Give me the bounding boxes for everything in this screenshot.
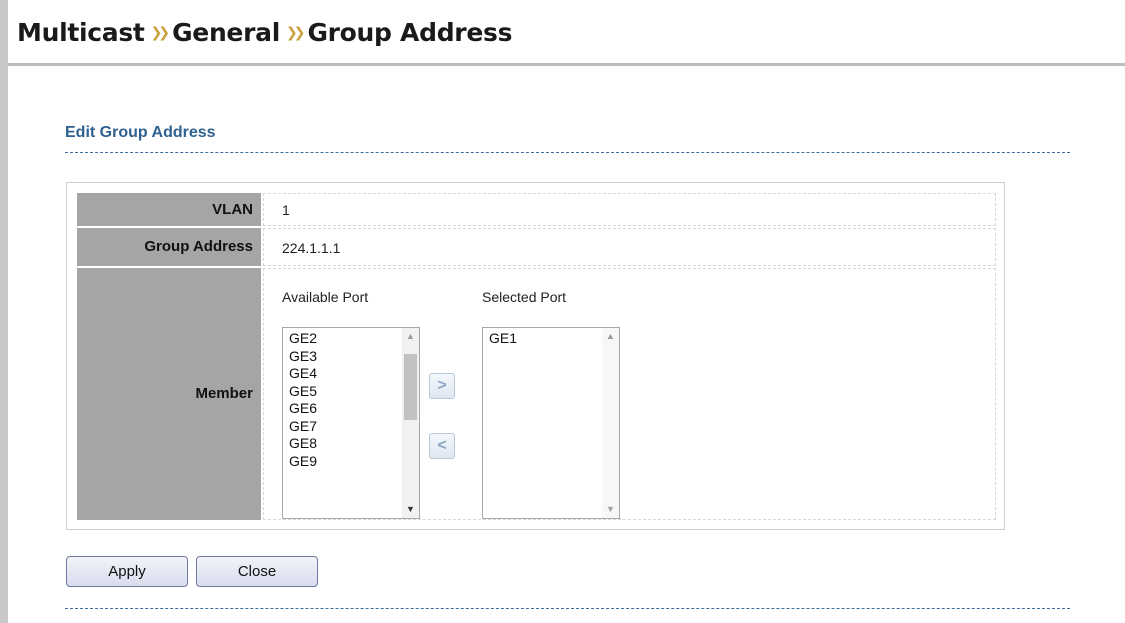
port-option[interactable]: GE4 xyxy=(283,365,402,383)
left-sidebar-edge xyxy=(0,0,8,623)
member-row: Member Available Port Selected Port GE2 G… xyxy=(77,268,996,520)
header-divider xyxy=(8,63,1125,66)
breadcrumb: Multicast ❯❯ General ❯❯ Group Address xyxy=(17,18,512,47)
scroll-up-arrow-icon[interactable]: ▲ xyxy=(402,328,419,345)
scroll-down-arrow-icon[interactable]: ▼ xyxy=(602,501,619,518)
vlan-label: VLAN xyxy=(77,193,261,226)
port-option[interactable]: GE9 xyxy=(283,453,402,471)
breadcrumb-item-group-address: Group Address xyxy=(307,18,513,47)
selected-port-items: GE1 xyxy=(483,330,602,348)
port-option[interactable]: GE6 xyxy=(283,400,402,418)
port-option[interactable]: GE8 xyxy=(283,435,402,453)
section-divider-bottom xyxy=(65,608,1070,609)
apply-button[interactable]: Apply xyxy=(66,556,188,587)
port-option[interactable]: GE1 xyxy=(483,330,602,348)
port-option[interactable]: GE3 xyxy=(283,348,402,366)
scroll-down-arrow-icon[interactable]: ▼ xyxy=(402,501,419,518)
available-port-scrollbar[interactable]: ▲ ▼ xyxy=(402,328,419,518)
port-option[interactable]: GE7 xyxy=(283,418,402,436)
selected-port-list[interactable]: GE1 ▲ ▼ xyxy=(482,327,620,519)
add-port-button[interactable]: > xyxy=(429,373,455,399)
selected-port-title: Selected Port xyxy=(482,289,567,305)
group-address-row: Group Address 224.1.1.1 xyxy=(77,228,996,266)
vlan-row: VLAN 1 xyxy=(77,193,996,226)
member-editor: Available Port Selected Port GE2 GE3 GE4 GE… xyxy=(263,268,996,520)
scroll-thumb[interactable] xyxy=(404,354,417,420)
available-port-items: GE2 GE3 GE4 GE5 GE6 GE7 GE8 GE9 xyxy=(283,330,402,470)
edit-group-form: VLAN 1 Group Address 224.1.1.1 Member Av… xyxy=(66,182,1005,530)
port-option[interactable]: GE2 xyxy=(283,330,402,348)
available-port-title: Available Port xyxy=(282,289,369,305)
section-title: Edit Group Address xyxy=(65,124,216,141)
breadcrumb-item-multicast: Multicast xyxy=(17,18,145,47)
selected-port-scrollbar[interactable]: ▲ ▼ xyxy=(602,328,619,518)
port-option[interactable]: GE5 xyxy=(283,383,402,401)
breadcrumb-separator-icon: ❯❯ xyxy=(285,25,306,41)
group-address-value: 224.1.1.1 xyxy=(263,228,996,266)
group-address-label: Group Address xyxy=(77,228,261,266)
available-port-list[interactable]: GE2 GE3 GE4 GE5 GE6 GE7 GE8 GE9 ▲ ▼ xyxy=(282,327,420,519)
scroll-up-arrow-icon[interactable]: ▲ xyxy=(602,328,619,345)
vlan-value: 1 xyxy=(263,193,996,226)
remove-port-button[interactable]: < xyxy=(429,433,455,459)
section-divider-top xyxy=(65,152,1070,153)
member-label: Member xyxy=(77,268,261,520)
close-button[interactable]: Close xyxy=(196,556,318,587)
breadcrumb-item-general: General xyxy=(172,18,280,47)
breadcrumb-separator-icon: ❯❯ xyxy=(150,25,171,41)
